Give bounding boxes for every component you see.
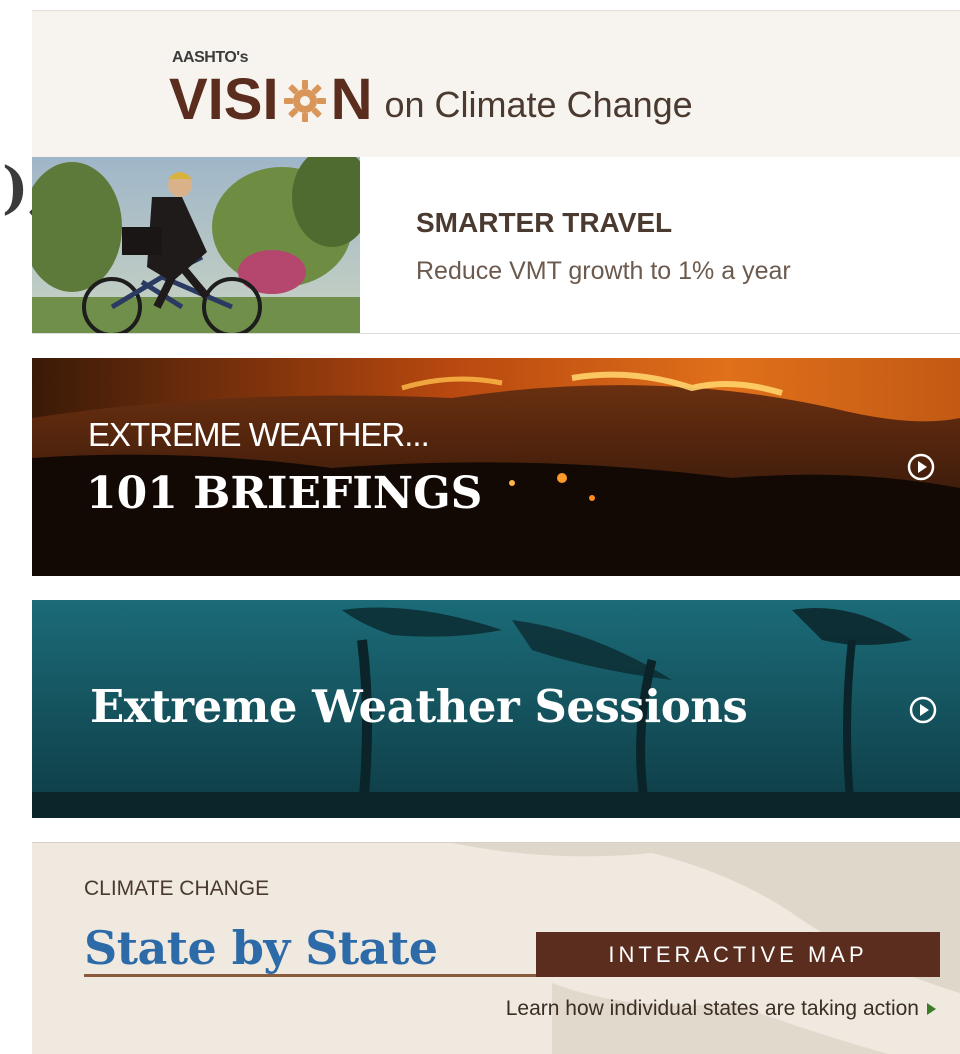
vision-word-end: N <box>330 67 373 132</box>
smarter-travel-subtitle: Reduce VMT growth to 1% a year <box>416 257 791 285</box>
extreme-weather-101-briefings-banner[interactable]: EXTREME WEATHER... 101 BRIEFINGS <box>32 358 960 576</box>
state-by-state-map-banner[interactable]: CLIMATE CHANGE State by State INTERACTIV… <box>32 842 960 1054</box>
play-circle-icon[interactable] <box>908 695 938 725</box>
title-underline <box>84 974 536 977</box>
briefings-title: 101 BRIEFINGS <box>86 468 483 519</box>
extreme-weather-heading: EXTREME WEATHER... <box>88 416 430 453</box>
sun-gear-icon <box>283 80 326 122</box>
sessions-title: Extreme Weather Sessions <box>90 680 748 733</box>
learn-more-label: Learn how individual states are taking a… <box>505 997 919 1020</box>
state-prefix: CLIMATE CHANGE <box>84 877 270 900</box>
vision-tagline: on Climate Change <box>384 84 693 125</box>
play-circle-icon[interactable] <box>906 452 936 482</box>
vision-word-start: VISI <box>169 67 279 132</box>
extreme-weather-sessions-banner[interactable]: Extreme Weather Sessions <box>32 600 960 818</box>
page: ), AASHTO's VISI N on Climate Change SMA… <box>0 0 960 1054</box>
state-by-state-title: State by State <box>84 921 438 975</box>
smarter-travel-title: SMARTER TRAVEL <box>416 207 673 238</box>
wildfire-photo <box>32 358 960 576</box>
vision-prefix: AASHTO's <box>172 49 248 66</box>
smarter-travel-banner[interactable]: SMARTER TRAVEL Reduce VMT growth to 1% a… <box>32 157 960 334</box>
vision-logo: VISI N on Climate Change <box>169 71 693 129</box>
vision-climate-change-banner[interactable]: AASHTO's VISI N on Climate Change <box>32 10 960 158</box>
learn-more-link[interactable]: Learn how individual states are taking a… <box>506 997 936 1021</box>
arrow-right-icon <box>927 1003 936 1015</box>
interactive-map-badge: INTERACTIVE MAP <box>536 932 940 977</box>
cyclist-photo <box>32 157 360 333</box>
